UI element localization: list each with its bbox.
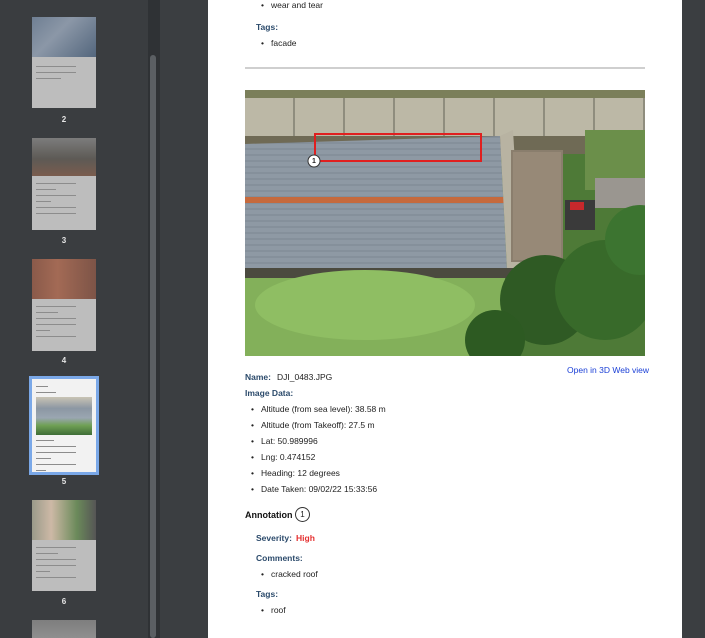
thumbnail-number: 4 [61,356,67,365]
thumbnail-page-5[interactable] [29,376,99,475]
thumbnail-text-lines [36,61,76,79]
severity-label: Severity: [256,533,292,543]
thumbnail-number: 5 [61,477,67,486]
section-divider [245,67,645,69]
image-data-item: Date Taken: 09/02/22 15:33:56 [251,484,377,494]
tag-item: roof [261,605,285,615]
comment-item: wear and tear [261,0,323,10]
thumbnail-number: 2 [61,115,67,124]
thumbnail-text-lines [36,301,76,337]
image-data-item: Lng: 0.474152 [251,452,315,462]
tags-label: Tags: [256,589,279,599]
aerial-photo[interactable]: 1 [245,90,645,356]
thumbnail-page-6[interactable] [32,500,96,591]
image-data-label: Image Data: [245,388,294,398]
thumbnail-text-lines [36,178,76,214]
thumbnail-number: 3 [61,236,67,245]
image-data-item: Heading: 12 degrees [251,468,340,478]
severity-value: High [296,533,315,543]
thumbnail-sidebar: 2 3 4 5 6 [0,0,148,638]
name-label: Name: [245,372,271,382]
annotation-number-badge: 1 [295,507,310,522]
comments-label: Comments: [256,553,303,563]
thumbnail-image [32,17,96,57]
viewer-right-margin [682,0,705,638]
open-3d-web-view-link[interactable]: Open in 3D Web view [567,365,649,375]
image-data-item: Lat: 50.989996 [251,436,318,446]
thumbnail-page-2[interactable] [32,17,96,108]
annotation-marker[interactable]: 1 [308,156,320,168]
tags-label: Tags: [256,22,279,32]
annotation-heading: Annotation [245,510,293,520]
thumbnail-text-lines [36,542,76,578]
thumbnail-image [36,397,92,435]
name-value: DJI_0483.JPG [277,372,333,382]
thumbnail-number: 6 [61,597,67,606]
image-data-item: Altitude (from Takeoff): 27.5 m [251,420,375,430]
thumbnail-page-7[interactable] [32,620,96,638]
thumbnail-page-3[interactable] [32,138,96,230]
thumbnail-image [32,620,96,638]
thumbnail-image [32,259,96,299]
sidebar-scrollbar-thumb[interactable] [150,55,156,638]
thumbnail-text-lines [36,435,76,471]
comment-item: cracked roof [261,569,318,579]
thumbnail-image [32,138,96,176]
tag-item: facade [261,38,296,48]
image-data-item: Altitude (from sea level): 38.58 m [251,404,386,414]
thumbnail-page-4[interactable] [32,259,96,351]
thumbnail-image [32,500,96,540]
